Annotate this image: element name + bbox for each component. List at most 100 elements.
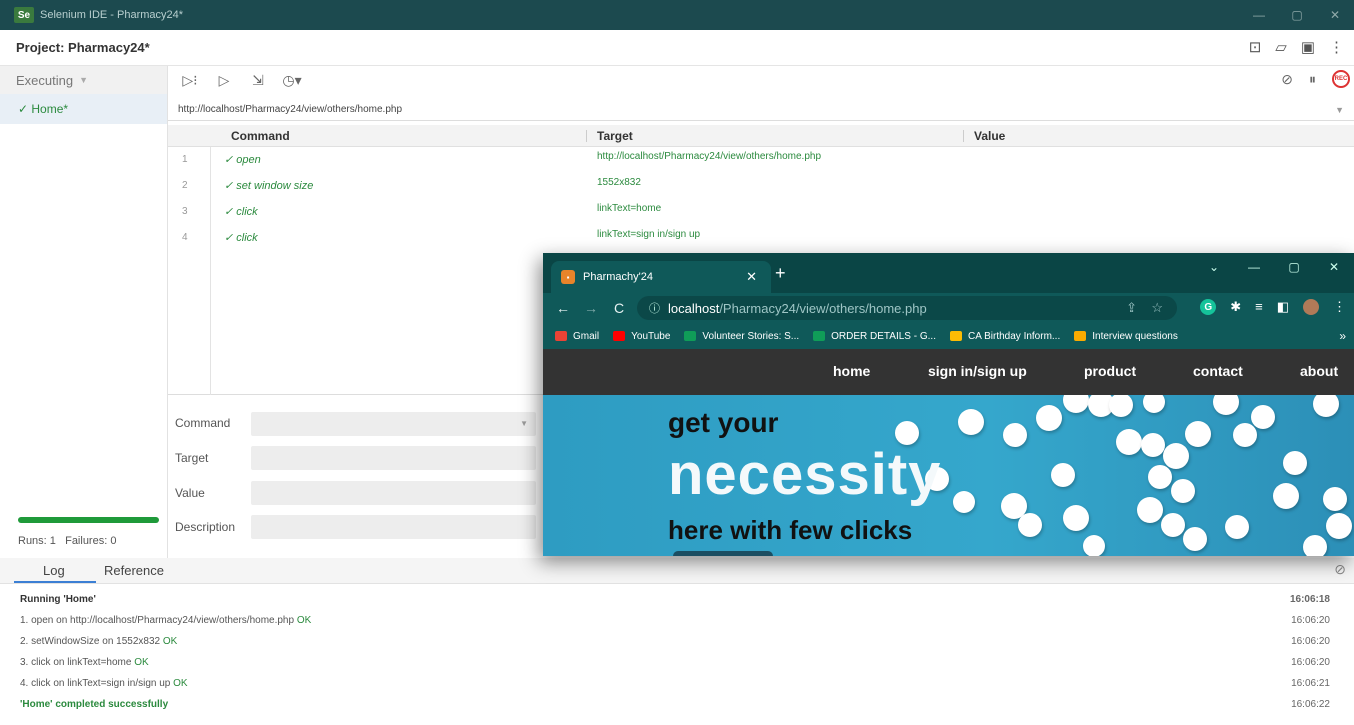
tab-reference[interactable]: Reference	[104, 563, 164, 578]
back-icon[interactable]: ←	[555, 300, 571, 316]
failures-count: Failures: 0	[65, 535, 117, 547]
side-panel-icon[interactable]: ◧	[1277, 299, 1289, 315]
log-line: Running 'Home' 16:06:18	[20, 594, 1330, 614]
close-icon[interactable]: ✕	[1314, 253, 1354, 281]
row-target: http://localhost/Pharmacy24/view/others/…	[597, 151, 822, 162]
step-over-icon[interactable]: ⇲	[246, 72, 270, 89]
row-target: linkText=sign in/sign up	[597, 229, 701, 240]
reading-list-icon[interactable]: ≡	[1255, 299, 1263, 315]
nav-product-link[interactable]: product	[1084, 363, 1136, 379]
grammarly-icon[interactable]: G	[1200, 299, 1217, 315]
executing-dropdown[interactable]: Executing ▼	[0, 66, 167, 94]
reload-icon[interactable]: C	[611, 300, 627, 316]
row-number: 3	[182, 206, 188, 217]
test-speed-icon[interactable]: ◷▾	[280, 72, 304, 89]
table-row[interactable]: 2 ✓ set window size 1552x832	[168, 173, 1354, 199]
run-current-test-icon[interactable]: ▷	[212, 72, 236, 89]
value-input[interactable]	[251, 481, 536, 505]
nav-signin-link[interactable]: sign in/sign up	[928, 363, 1027, 379]
forward-icon[interactable]: →	[583, 300, 599, 316]
profile-avatar-icon[interactable]	[1303, 299, 1319, 315]
project-name[interactable]: Pharmacy24*	[68, 40, 150, 55]
row-command: ✓ click	[224, 206, 258, 218]
maximize-icon[interactable]: ▢	[1278, 0, 1316, 30]
command-input[interactable]: ▼	[251, 412, 536, 436]
minimize-icon[interactable]: —	[1234, 253, 1274, 281]
run-all-tests-icon[interactable]: ▷⁝	[178, 72, 202, 89]
base-url-text: http://localhost/Pharmacy24/view/others/…	[178, 104, 403, 115]
pill-image	[1109, 395, 1133, 417]
pill-image	[953, 491, 975, 513]
save-project-icon[interactable]: ▣	[1301, 38, 1315, 56]
window-controls: — ▢ ✕	[1240, 0, 1354, 30]
bookmark-gmail[interactable]: Gmail	[555, 331, 599, 342]
pill-image	[1283, 451, 1307, 475]
bookmark-volunteer-stories[interactable]: Volunteer Stories: S...	[684, 331, 799, 342]
row-command: ✓ open	[224, 154, 261, 166]
target-input[interactable]	[251, 446, 536, 470]
pill-image	[1326, 513, 1352, 539]
hero-button[interactable]	[673, 551, 773, 556]
bookmark-star-icon[interactable]: ☆	[1151, 300, 1163, 316]
bookmark-order-details[interactable]: ORDER DETAILS - G...	[813, 331, 936, 342]
maximize-icon[interactable]: ▢	[1274, 253, 1314, 281]
bookmark-label: Interview questions	[1092, 330, 1178, 342]
log-line: 2. setWindowSize on 1552x832 OK 16:06:20	[20, 636, 1330, 656]
pill-image	[1148, 465, 1172, 489]
nav-about-link[interactable]: about	[1300, 363, 1338, 379]
more-bookmarks-icon[interactable]: »	[1339, 329, 1346, 343]
tab-search-icon[interactable]: ⌄	[1194, 253, 1234, 281]
chevron-down-icon[interactable]: ▼	[520, 419, 528, 428]
table-row[interactable]: 3 ✓ click linkText=home	[168, 199, 1354, 225]
description-input[interactable]	[251, 515, 536, 539]
table-row[interactable]: 1 ✓ open http://localhost/Pharmacy24/vie…	[168, 147, 1354, 173]
share-icon[interactable]: ⇪	[1126, 300, 1137, 316]
pause-on-exceptions-icon[interactable]: ⏸	[1309, 71, 1316, 88]
clear-log-icon[interactable]: ⊘	[1334, 561, 1346, 578]
log-time: 16:06:21	[1291, 678, 1330, 689]
pill-image	[1018, 513, 1042, 537]
google-slides-icon	[1074, 331, 1087, 341]
new-tab-icon[interactable]: +	[775, 263, 786, 284]
log-line: 1. open on http://localhost/Pharmacy24/v…	[20, 615, 1330, 635]
test-item-home[interactable]: ✓ Home*	[0, 94, 167, 124]
url-path: /Pharmacy24/view/others/home.php	[719, 300, 927, 316]
disable-breakpoints-icon[interactable]: ⊘	[1281, 71, 1293, 88]
row-command: ✓ click	[224, 232, 258, 244]
pill-image	[1063, 395, 1089, 413]
log-status: OK	[173, 678, 188, 689]
extensions-puzzle-icon[interactable]: ✱	[1230, 299, 1241, 315]
nav-home-link[interactable]: home	[833, 363, 870, 379]
pill-image	[1251, 405, 1275, 429]
log-text: 2. setWindowSize on 1552x832	[20, 636, 161, 647]
browser-window-controls: ⌄ — ▢ ✕	[1194, 253, 1354, 281]
tab-log[interactable]: Log	[43, 563, 65, 578]
bookmark-ca-birthday[interactable]: CA Birthday Inform...	[949, 331, 1060, 342]
base-url-field[interactable]: http://localhost/Pharmacy24/view/others/…	[168, 99, 1354, 121]
active-tab-indicator	[14, 581, 96, 583]
browser-tab[interactable]: ▪ Pharmachy'24 ✕	[551, 261, 771, 293]
pill-image	[1051, 463, 1075, 487]
hero-line-3: here with few clicks	[668, 515, 913, 545]
chevron-down-icon[interactable]: ▼	[1335, 105, 1344, 115]
url-host: localhost	[668, 300, 720, 316]
record-icon[interactable]: REC	[1332, 70, 1350, 88]
run-progress-bar	[18, 517, 159, 523]
close-tab-icon[interactable]: ✕	[746, 269, 757, 285]
new-project-icon[interactable]: ⊡	[1249, 38, 1262, 56]
address-bar[interactable]: ⓘ localhost/Pharmacy24/view/others/home.…	[637, 296, 1177, 320]
log-text: 4. click on linkText=sign in/sign up	[20, 678, 171, 689]
bookmark-youtube[interactable]: YouTube	[613, 331, 670, 342]
tests-panel: Executing ▼ ✓ Home* Runs: 1 Failures: 0	[0, 66, 168, 558]
site-info-icon[interactable]: ⓘ	[649, 300, 660, 316]
nav-contact-link[interactable]: contact	[1193, 363, 1243, 379]
open-project-icon[interactable]: ▱	[1275, 38, 1287, 56]
more-options-icon[interactable]: ⋮	[1329, 38, 1344, 56]
minimize-icon[interactable]: —	[1240, 0, 1278, 30]
table-row[interactable]: 4 ✓ click linkText=sign in/sign up	[168, 225, 1354, 251]
close-icon[interactable]: ✕	[1316, 0, 1354, 30]
log-status: OK	[162, 636, 178, 647]
bookmark-interview-questions[interactable]: Interview questions	[1074, 331, 1178, 342]
log-output: Running 'Home' 16:06:18 1. open on http:/…	[0, 586, 1354, 725]
chrome-menu-icon[interactable]: ⋮	[1333, 299, 1346, 315]
